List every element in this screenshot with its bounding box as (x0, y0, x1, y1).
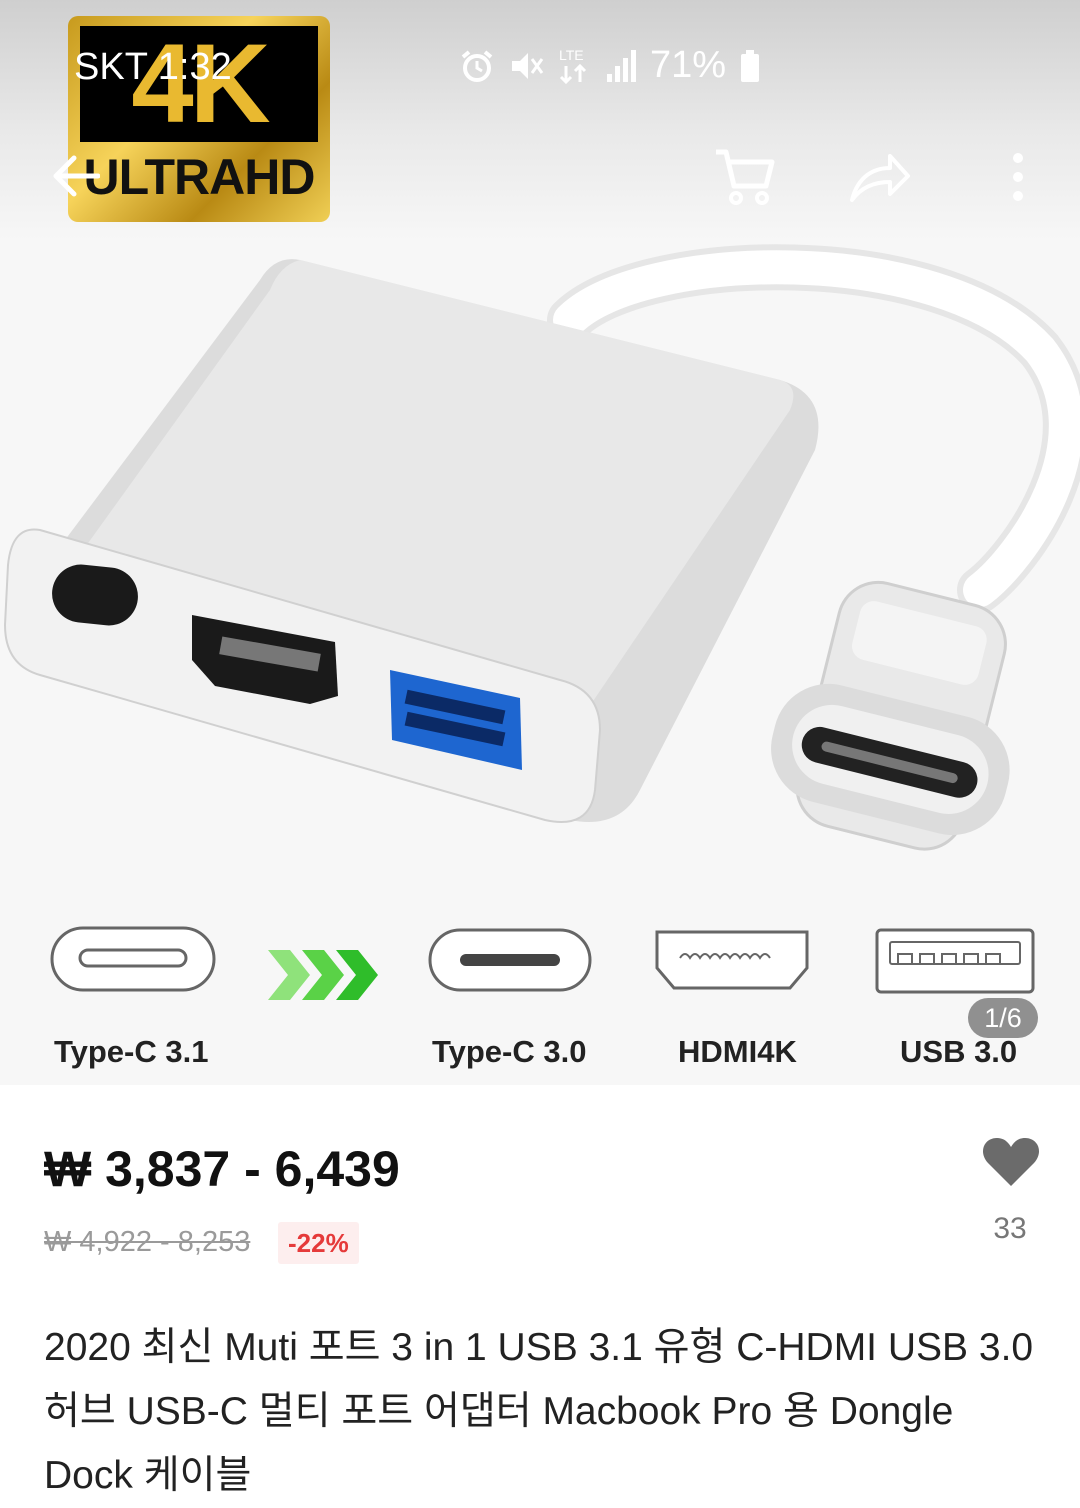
product-image-gallery[interactable]: Type-C 3.1 Type-C 3.0 HDMI4K USB 3.0 4K … (0, 0, 1080, 1085)
cart-icon[interactable] (714, 146, 776, 208)
favorite-count: 33 (993, 1212, 1027, 1245)
mute-icon (512, 52, 544, 79)
svg-text:LTE: LTE (559, 47, 584, 63)
image-counter: 1/6 (968, 998, 1038, 1038)
share-icon[interactable] (848, 152, 912, 204)
product-title: 2020 최신 Muti 포트 3 in 1 USB 3.1 유형 C-HDMI… (44, 1326, 1034, 1497)
back-arrow-icon[interactable] (52, 154, 100, 198)
usb-c-hub-image (3, 244, 1080, 851)
sale-price: ₩ 3,837 - 6,439 (44, 1141, 400, 1197)
heart-icon[interactable] (982, 1136, 1040, 1188)
discount-badge: -22% (278, 1222, 359, 1264)
lte-icon: LTE (559, 47, 587, 84)
status-bar: SKT 1:32 LTE 71% (0, 40, 1080, 92)
port-label-type-c-30: Type-C 3.0 (432, 1034, 587, 1069)
port-label-hdmi: HDMI4K (678, 1034, 797, 1069)
alarm-icon (461, 49, 493, 82)
original-price: ₩ 4,922 - 8,253 (44, 1226, 251, 1258)
port-label-usb30: USB 3.0 (900, 1034, 1018, 1069)
port-label-type-c-31: Type-C 3.1 (54, 1034, 209, 1069)
battery-level: 71% (650, 44, 727, 86)
signal-icon (607, 49, 636, 82)
carrier-time: SKT 1:32 (74, 46, 232, 88)
battery-icon (741, 49, 760, 82)
more-vertical-icon[interactable] (1008, 152, 1028, 202)
arrow-chevrons-icon (268, 950, 378, 1000)
